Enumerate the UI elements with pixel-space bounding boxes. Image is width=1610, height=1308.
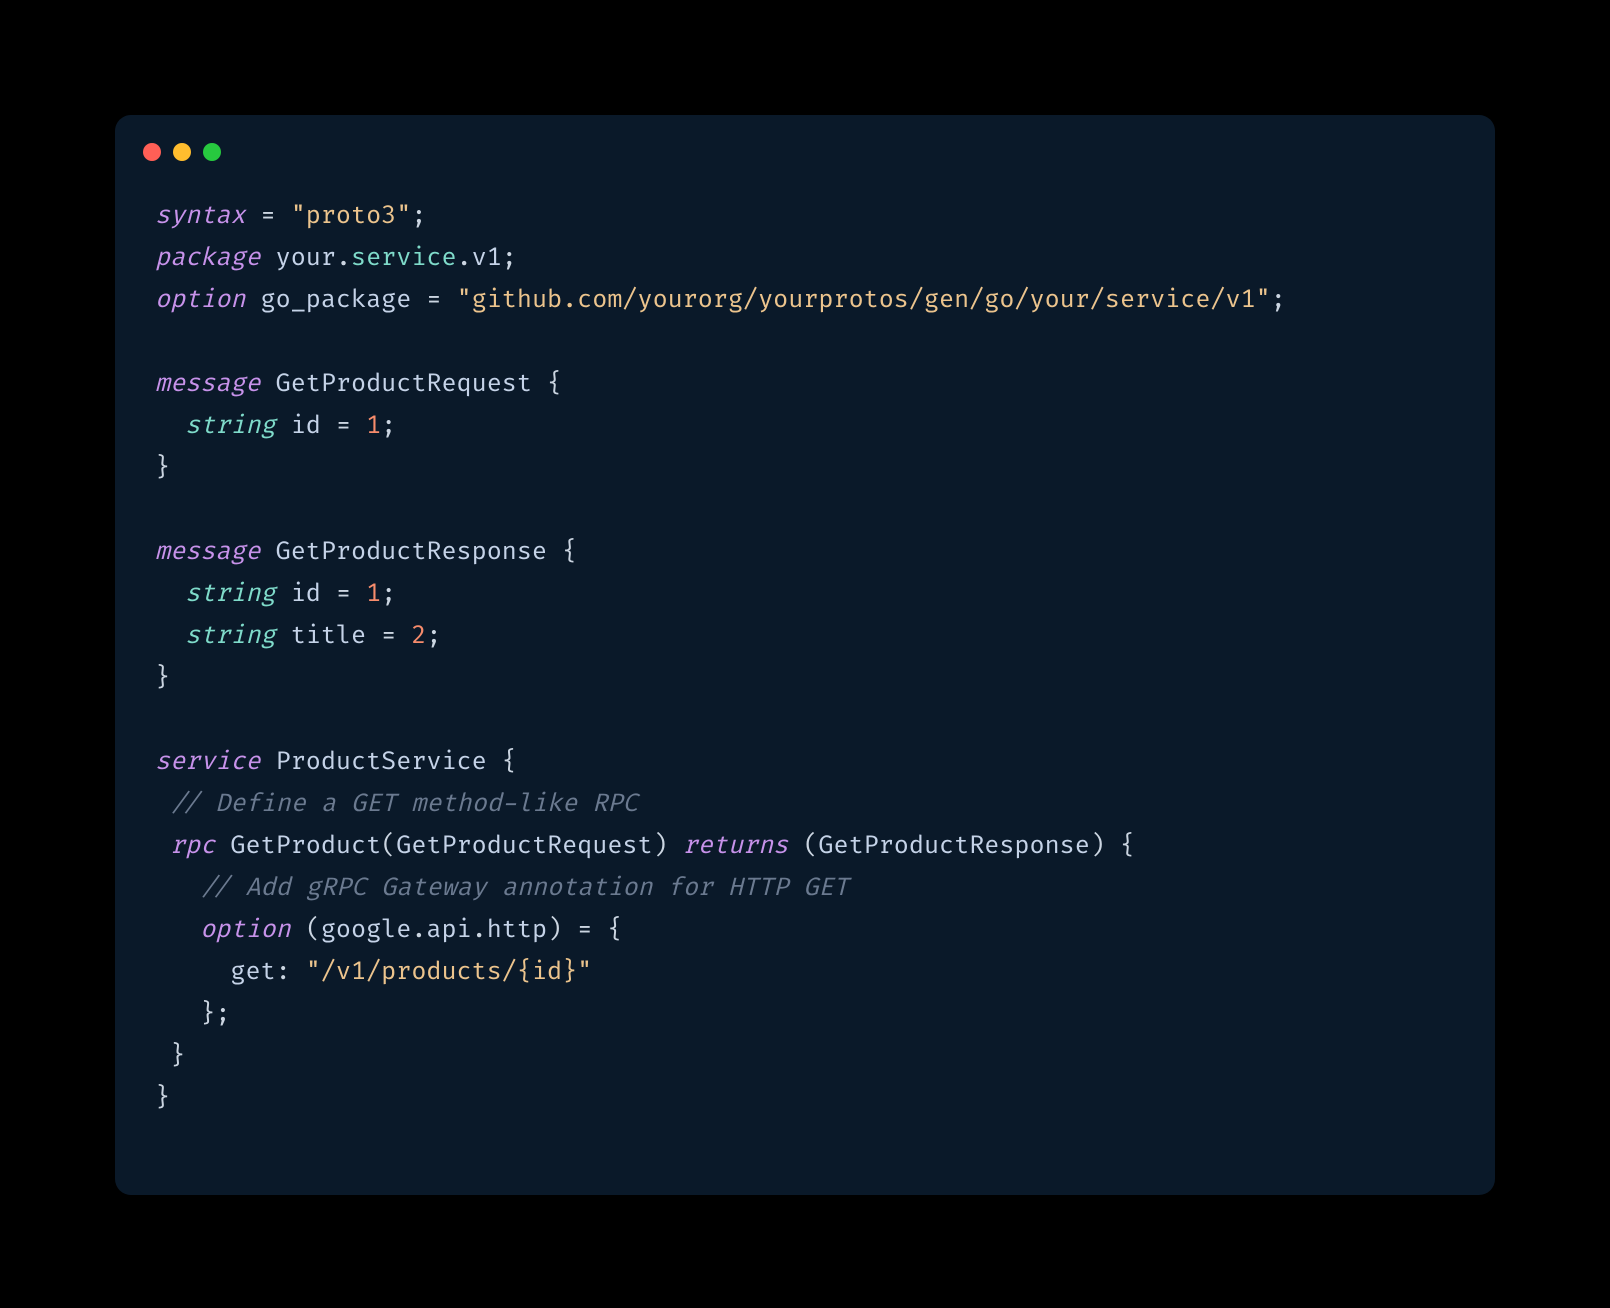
zoom-icon[interactable] [203,143,221,161]
http-path: "/v1/products/{id}" [306,956,592,987]
rpc-request-type: GetProductRequest [396,830,652,861]
syntax-string: "proto3" [291,200,412,231]
code-window: syntax = "proto3"; package your.service.… [115,115,1495,1195]
lbrace: { [1120,830,1135,861]
option-value: "github.com/yourorg/yourprotos/gen/go/yo… [457,284,1271,315]
semicolon: ; [1271,284,1286,315]
comment: // Define a GET method-like RPC [170,788,637,819]
rbrace: } [155,662,170,693]
http-key: get [230,956,275,987]
colon: : [276,956,291,987]
lparen: ( [803,830,818,861]
keyword-option: option [155,284,245,315]
comment: // Add gRPC Gateway annotation for HTTP … [200,872,848,903]
field-type: string [185,410,275,441]
option-name: go_package [261,284,412,315]
dot: . [472,914,487,945]
keyword-message: message [155,536,261,567]
rbrace: } [155,452,170,483]
semicolon: ; [411,200,426,231]
field-name: id [291,578,321,609]
field-number: 1 [366,410,381,441]
rbrace: } [155,1082,170,1113]
pkg-part: service [351,242,457,273]
equals: = [577,914,592,945]
keyword-message: message [155,368,261,399]
code-block: syntax = "proto3"; package your.service.… [155,195,1286,1119]
option-path: http [487,914,547,945]
keyword-service: service [155,746,261,777]
keyword-package: package [155,242,261,273]
rparen: ) [1090,830,1105,861]
rpc-name: GetProduct [230,830,381,861]
message-name: GetProductResponse [276,536,547,567]
lbrace: { [607,914,622,945]
equals: = [381,620,396,651]
keyword-option: option [200,914,290,945]
lbrace: { [547,368,562,399]
rbrace: } [170,1040,185,1071]
rbrace: } [200,998,215,1029]
lbrace: { [562,536,577,567]
option-path: api [426,914,471,945]
lparen: ( [381,830,396,861]
keyword-returns: returns [683,830,789,861]
lparen: ( [306,914,321,945]
field-name: id [291,410,321,441]
rparen: ) [547,914,562,945]
equals: = [336,578,351,609]
field-type: string [185,578,275,609]
pkg-part: v1 [472,242,502,273]
keyword-syntax: syntax [155,200,245,231]
keyword-rpc: rpc [170,830,215,861]
field-type: string [185,620,275,651]
field-number: 2 [411,620,426,651]
equals: = [336,410,351,441]
lbrace: { [502,746,517,777]
pkg-part: your [276,242,336,273]
semicolon: ; [215,998,230,1029]
minimize-icon[interactable] [173,143,191,161]
equals: = [426,284,441,315]
semicolon: ; [381,578,396,609]
dot: . [457,242,472,273]
semicolon: ; [426,620,441,651]
service-name: ProductService [276,746,487,777]
rparen: ) [653,830,668,861]
dot: . [411,914,426,945]
option-path: google [321,914,411,945]
semicolon: ; [381,410,396,441]
field-number: 1 [366,578,381,609]
close-icon[interactable] [143,143,161,161]
rpc-response-type: GetProductResponse [818,830,1089,861]
window-traffic-lights [143,143,221,161]
message-name: GetProductRequest [276,368,532,399]
equals: = [261,200,276,231]
semicolon: ; [502,242,517,273]
dot: . [336,242,351,273]
field-name: title [291,620,366,651]
